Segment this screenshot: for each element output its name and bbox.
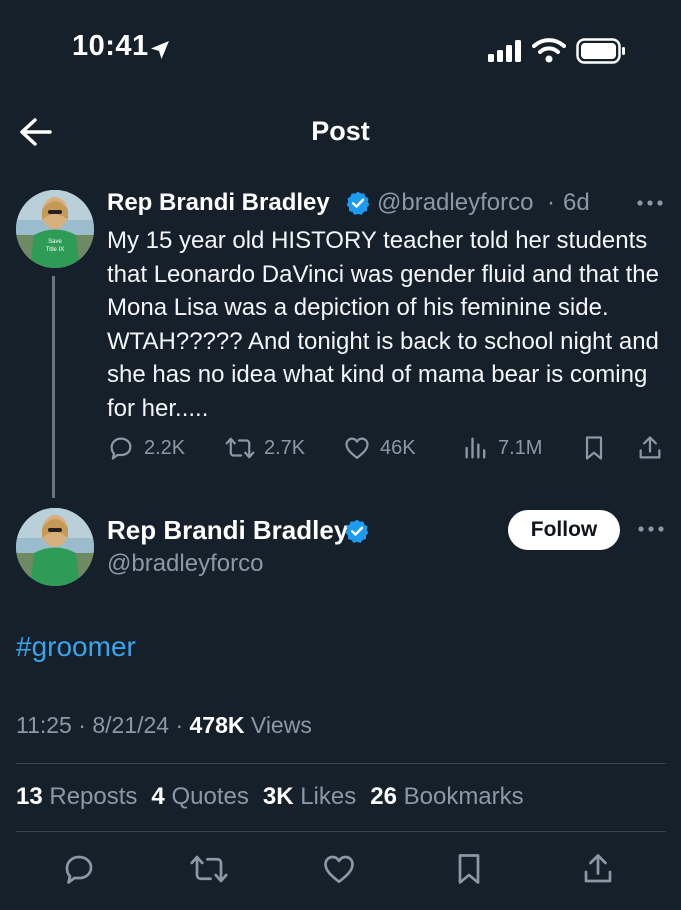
- hashtag-link[interactable]: #groomer: [16, 631, 136, 663]
- post-meta: 11:25 · 8/21/24 · 478K Views: [16, 712, 312, 739]
- likes-count: 3K: [262, 783, 294, 810]
- bookmarks-count: 26: [370, 783, 397, 810]
- verified-badge-icon: [345, 190, 371, 216]
- verified-badge-icon: [344, 518, 370, 544]
- reposts-stat[interactable]: 13 Reposts: [16, 783, 137, 811]
- repost-button[interactable]: 2.7K: [225, 434, 305, 462]
- reply-icon: [107, 434, 135, 462]
- repost-count: 2.7K: [264, 436, 306, 459]
- views-icon: [463, 434, 489, 462]
- bookmark-icon: [451, 851, 487, 887]
- location-arrow-icon: [148, 38, 172, 62]
- wifi-icon: [532, 37, 566, 63]
- bookmarks-stat[interactable]: 26 Bookmarks: [370, 783, 523, 811]
- likes-label: Likes: [300, 783, 357, 810]
- quotes-label: Quotes: [171, 783, 249, 810]
- reply-button[interactable]: 2.2K: [107, 434, 185, 462]
- like-icon: [343, 434, 371, 462]
- views-total: 478K: [189, 712, 245, 738]
- avatar[interactable]: Save Title IX: [16, 190, 94, 268]
- author-name[interactable]: Rep Brandi Bradley: [107, 189, 330, 217]
- meta-dot: ·: [78, 712, 93, 738]
- reposts-label: Reposts: [49, 783, 138, 810]
- repost-button[interactable]: [189, 851, 229, 887]
- reposts-count: 13: [16, 783, 43, 810]
- like-button[interactable]: 46K: [343, 434, 416, 462]
- reply-count: 2.2K: [144, 436, 186, 459]
- share-button[interactable]: [580, 851, 616, 887]
- quotes-count: 4: [151, 783, 165, 810]
- likes-stat[interactable]: 3K Likes: [263, 783, 356, 811]
- author-handle[interactable]: @bradleyforco: [107, 550, 263, 578]
- divider: [16, 763, 666, 764]
- views-label: Views: [250, 712, 312, 738]
- views-count: 7.1M: [498, 436, 543, 459]
- bookmarks-label: Bookmarks: [403, 783, 524, 810]
- page-title: Post: [311, 116, 370, 146]
- bookmark-icon: [580, 434, 608, 462]
- avatar[interactable]: [16, 508, 94, 586]
- post-date[interactable]: 8/21/24: [92, 712, 169, 738]
- share-icon: [580, 851, 616, 887]
- bookmark-button[interactable]: [451, 851, 487, 887]
- divider: [16, 831, 666, 832]
- meta-dot: ·: [175, 712, 190, 738]
- share-button[interactable]: [636, 434, 664, 462]
- avatar-shirt-text-1: Save: [48, 239, 62, 245]
- like-count: 46K: [380, 436, 416, 459]
- thread-connector: [52, 276, 55, 498]
- views-button[interactable]: 7.1M: [463, 434, 542, 462]
- separator-dot: ·: [547, 189, 555, 216]
- post-time[interactable]: 11:25: [16, 712, 72, 738]
- like-icon: [321, 851, 357, 887]
- post-age[interactable]: 6d: [563, 189, 590, 217]
- bookmark-button[interactable]: [580, 434, 608, 462]
- reply-icon: [61, 851, 97, 887]
- follow-button[interactable]: Follow: [508, 510, 620, 550]
- quotes-stat[interactable]: 4 Quotes: [151, 783, 248, 811]
- more-icon[interactable]: [637, 525, 665, 533]
- more-icon[interactable]: [636, 199, 664, 207]
- tweet-text: My 15 year old HISTORY teacher told her …: [107, 227, 659, 422]
- avatar-shirt-text-2: Title IX: [46, 247, 64, 253]
- author-name[interactable]: Rep Brandi Bradley: [107, 515, 348, 546]
- author-handle[interactable]: @bradleyforco: [377, 189, 533, 217]
- like-button[interactable]: [321, 851, 357, 887]
- battery-icon: [576, 38, 626, 64]
- engagement-stats: 13 Reposts 4 Quotes 3K Likes 26 Bookmark…: [16, 783, 524, 811]
- signal-icon: [488, 40, 522, 62]
- share-icon: [636, 434, 664, 462]
- repost-icon: [225, 434, 255, 462]
- repost-icon: [189, 851, 229, 887]
- reply-button[interactable]: [61, 851, 97, 887]
- status-time: 10:41: [72, 30, 149, 62]
